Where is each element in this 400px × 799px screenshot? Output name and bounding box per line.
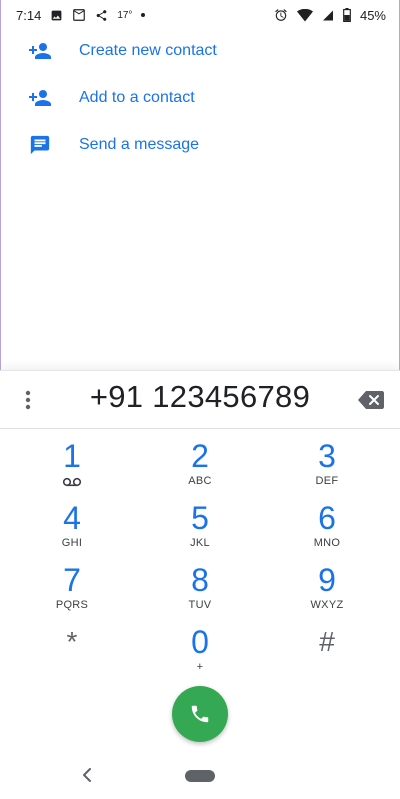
signal-icon xyxy=(322,9,334,22)
status-bar-right: 45% xyxy=(274,8,386,23)
dialpad-key-3[interactable]: 3 DEF xyxy=(277,439,377,499)
dialpad-key-8[interactable]: 8 TUV xyxy=(150,563,250,623)
status-bar-left: 7:14 17° xyxy=(16,7,146,23)
navigation-bar xyxy=(0,751,400,799)
status-bar: 7:14 17° 45% xyxy=(0,0,400,30)
key-letters: MNO xyxy=(313,537,341,549)
home-pill-icon[interactable] xyxy=(185,770,215,782)
back-icon[interactable] xyxy=(80,767,94,783)
dialpad-key-6[interactable]: 6 MNO xyxy=(277,501,377,561)
battery-icon xyxy=(343,8,351,22)
key-letters: WXYZ xyxy=(310,599,344,611)
notification-dot-icon xyxy=(141,13,146,17)
share-icon xyxy=(95,9,108,22)
dialpad-key-star[interactable]: * xyxy=(22,625,122,685)
key-digit: 1 xyxy=(63,438,81,474)
dialpad-key-0[interactable]: 0 + xyxy=(150,625,250,685)
battery-percent: 45% xyxy=(359,7,386,23)
alarm-icon xyxy=(274,8,288,22)
gmail-icon xyxy=(72,9,86,21)
key-digit: 5 xyxy=(191,500,209,536)
message-icon xyxy=(27,132,53,158)
key-letters: JKL xyxy=(190,537,210,549)
send-message-item[interactable]: Send a message xyxy=(0,122,400,168)
number-divider xyxy=(0,428,400,429)
key-digit: 6 xyxy=(318,500,336,536)
dialpad-key-2[interactable]: 2 ABC xyxy=(150,439,250,499)
voicemail-icon xyxy=(22,474,122,488)
person-add-icon xyxy=(27,85,53,111)
number-row: +91 123456789 xyxy=(0,371,400,429)
key-digit: 3 xyxy=(318,438,336,474)
status-time: 7:14 xyxy=(16,7,42,23)
person-add-icon xyxy=(27,38,53,64)
key-letters: + xyxy=(196,661,204,673)
key-letters: PQRS xyxy=(55,599,89,611)
call-button[interactable] xyxy=(172,686,228,742)
key-letters: TUV xyxy=(188,599,212,611)
dialpad: +91 123456789 1 2 ABC 3 DEF 4 GHI 5 JKL … xyxy=(0,370,400,799)
send-message-label: Send a message xyxy=(79,136,200,153)
key-digit: * xyxy=(66,626,78,657)
create-new-contact-label: Create new contact xyxy=(79,42,217,59)
add-to-contact-label: Add to a contact xyxy=(79,89,195,106)
backspace-icon[interactable] xyxy=(358,390,384,410)
add-to-contact-item[interactable]: Add to a contact xyxy=(0,75,400,121)
key-letters: GHI xyxy=(61,537,83,549)
key-digit: 0 xyxy=(191,624,209,660)
dialed-number[interactable]: +91 123456789 xyxy=(60,379,340,415)
key-digit: # xyxy=(319,626,335,657)
dialpad-key-1[interactable]: 1 xyxy=(22,439,122,499)
create-new-contact-item[interactable]: Create new contact xyxy=(0,28,400,74)
image-icon xyxy=(50,9,63,22)
key-digit: 8 xyxy=(191,562,209,598)
more-options-icon[interactable] xyxy=(20,389,36,411)
dialpad-key-9[interactable]: 9 WXYZ xyxy=(277,563,377,623)
phone-icon xyxy=(189,703,211,725)
dialpad-key-hash[interactable]: # xyxy=(277,625,377,685)
key-digit: 7 xyxy=(63,562,81,598)
wifi-icon xyxy=(296,8,313,22)
dialpad-key-4[interactable]: 4 GHI xyxy=(22,501,122,561)
key-digit: 4 xyxy=(63,500,81,536)
key-letters: DEF xyxy=(315,475,339,487)
status-temperature: 17° xyxy=(117,9,133,21)
key-letters: ABC xyxy=(188,475,212,487)
dialpad-key-5[interactable]: 5 JKL xyxy=(150,501,250,561)
key-digit: 9 xyxy=(318,562,336,598)
dialpad-key-7[interactable]: 7 PQRS xyxy=(22,563,122,623)
key-digit: 2 xyxy=(191,438,209,474)
